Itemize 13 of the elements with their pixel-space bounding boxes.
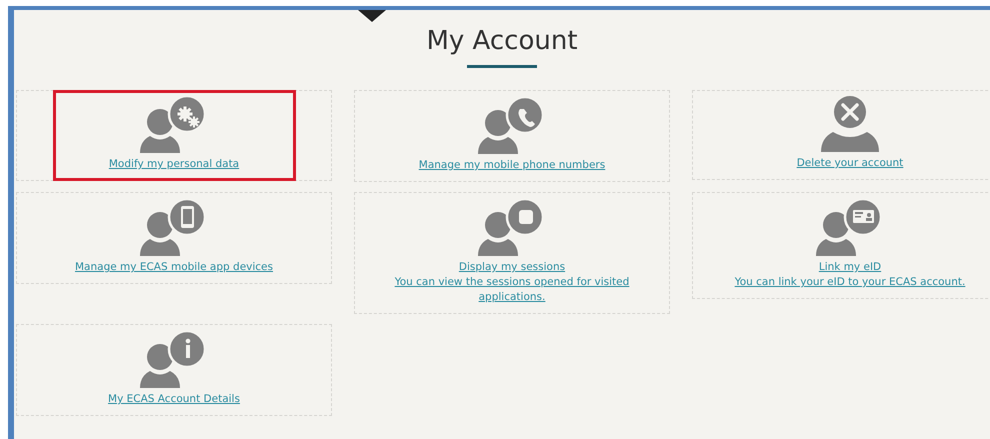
menu-link[interactable]: Delete your account: [796, 156, 904, 171]
menu-link[interactable]: Display my sessions: [458, 260, 566, 275]
page-title: My Account: [426, 25, 578, 58]
menu-link[interactable]: Manage my mobile phone numbers: [418, 158, 606, 173]
person-delete-icon: [819, 96, 881, 152]
pointer-icon: [358, 10, 386, 22]
menu-link[interactable]: My ECAS Account Details: [108, 392, 240, 407]
title-underline: [467, 65, 537, 68]
menu-link[interactable]: Manage my ECAS mobile app devices: [75, 260, 273, 275]
menu-link[interactable]: Link my eID: [818, 260, 882, 275]
description-link[interactable]: You can view the sessions opened for visited applications.: [363, 275, 661, 305]
description-link[interactable]: You can link your eID to your ECAS account.: [730, 275, 970, 290]
menu-link[interactable]: Modify my personal data: [108, 157, 240, 172]
